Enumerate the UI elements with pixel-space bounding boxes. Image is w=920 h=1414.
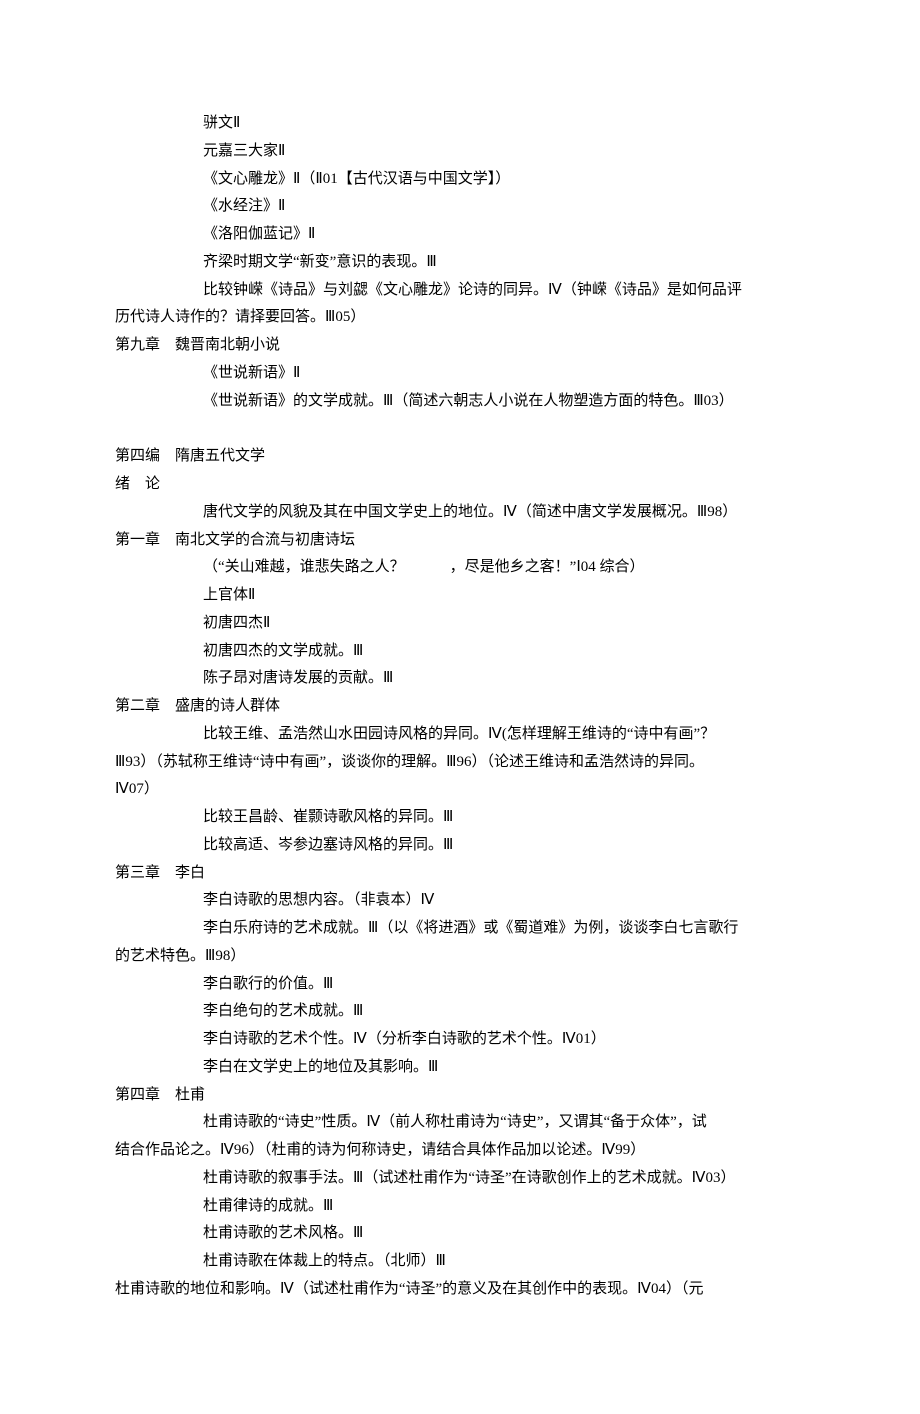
document-body: 骈文Ⅱ元嘉三大家Ⅱ《文心雕龙》Ⅱ（Ⅱ01【古代汉语与中国文学】）《水经注》Ⅱ《洛…	[115, 110, 805, 1304]
text-line: 齐梁时期文学“新变”意识的表现。Ⅲ	[115, 249, 805, 277]
text-line: 的艺术特色。Ⅲ98）	[115, 943, 805, 971]
text-line: 元嘉三大家Ⅱ	[115, 138, 805, 166]
text-line: 绪 论	[115, 471, 805, 499]
text-line: 比较高适、岑参边塞诗风格的异同。Ⅲ	[115, 832, 805, 860]
text-line: 李白歌行的价值。Ⅲ	[115, 971, 805, 999]
text-line: 比较王昌龄、崔颢诗歌风格的异同。Ⅲ	[115, 804, 805, 832]
text-line: 李白诗歌的艺术个性。Ⅳ（分析李白诗歌的艺术个性。Ⅳ01）	[115, 1026, 805, 1054]
text-line: 上官体Ⅱ	[115, 582, 805, 610]
text-line: （“关山难越，谁悲失路之人？ ，尽是他乡之客！”Ⅰ04 综合）	[115, 554, 805, 582]
text-line: 杜甫诗歌的地位和影响。Ⅳ（试述杜甫作为“诗圣”的意义及在其创作中的表现。Ⅳ04）…	[115, 1276, 805, 1304]
blank-line	[115, 415, 805, 443]
text-line: 骈文Ⅱ	[115, 110, 805, 138]
text-line: 《文心雕龙》Ⅱ（Ⅱ01【古代汉语与中国文学】）	[115, 166, 805, 194]
text-line: 李白绝句的艺术成就。Ⅲ	[115, 998, 805, 1026]
text-line: 杜甫诗歌的“诗史”性质。Ⅳ（前人称杜甫诗为“诗史”，又谓其“备于众体”，试	[115, 1109, 805, 1137]
text-line: 杜甫律诗的成就。Ⅲ	[115, 1193, 805, 1221]
text-line: 杜甫诗歌的叙事手法。Ⅲ（试述杜甫作为“诗圣”在诗歌创作上的艺术成就。Ⅳ03）	[115, 1165, 805, 1193]
text-line: Ⅳ07）	[115, 776, 805, 804]
text-line: 历代诗人诗作的？请择要回答。Ⅲ05）	[115, 304, 805, 332]
text-line: 《世说新语》Ⅱ	[115, 360, 805, 388]
text-line: 陈子昂对唐诗发展的贡献。Ⅲ	[115, 665, 805, 693]
text-line: 《水经注》Ⅱ	[115, 193, 805, 221]
text-line: 《世说新语》的文学成就。Ⅲ（简述六朝志人小说在人物塑造方面的特色。Ⅲ03）	[115, 388, 805, 416]
text-line: 李白在文学史上的地位及其影响。Ⅲ	[115, 1054, 805, 1082]
text-line: Ⅲ93）（苏轼称王维诗“诗中有画”，谈谈你的理解。Ⅲ96）（论述王维诗和孟浩然诗…	[115, 749, 805, 777]
text-line: 李白诗歌的思想内容。（非袁本）Ⅳ	[115, 887, 805, 915]
text-line: 杜甫诗歌的艺术风格。Ⅲ	[115, 1220, 805, 1248]
text-line: 杜甫诗歌在体裁上的特点。（北师）Ⅲ	[115, 1248, 805, 1276]
text-line: 第二章 盛唐的诗人群体	[115, 693, 805, 721]
text-line: 《洛阳伽蓝记》Ⅱ	[115, 221, 805, 249]
text-line: 比较钟嵘《诗品》与刘勰《文心雕龙》论诗的同异。Ⅳ（钟嵘《诗品》是如何品评	[115, 277, 805, 305]
text-line: 初唐四杰Ⅱ	[115, 610, 805, 638]
text-line: 初唐四杰的文学成就。Ⅲ	[115, 638, 805, 666]
text-line: 第九章 魏晋南北朝小说	[115, 332, 805, 360]
text-line: 结合作品论之。Ⅳ96）（杜甫的诗为何称诗史，请结合具体作品加以论述。Ⅳ99）	[115, 1137, 805, 1165]
text-line: 第三章 李白	[115, 860, 805, 888]
text-line: 李白乐府诗的艺术成就。Ⅲ（以《将进酒》或《蜀道难》为例，谈谈李白七言歌行	[115, 915, 805, 943]
text-line: 第四章 杜甫	[115, 1082, 805, 1110]
text-line: 第一章 南北文学的合流与初唐诗坛	[115, 527, 805, 555]
text-line: 比较王维、孟浩然山水田园诗风格的异同。Ⅳ(怎样理解王维诗的“诗中有画”？	[115, 721, 805, 749]
text-line: 唐代文学的风貌及其在中国文学史上的地位。Ⅳ（简述中唐文学发展概况。Ⅲ98）	[115, 499, 805, 527]
text-line: 第四编 隋唐五代文学	[115, 443, 805, 471]
